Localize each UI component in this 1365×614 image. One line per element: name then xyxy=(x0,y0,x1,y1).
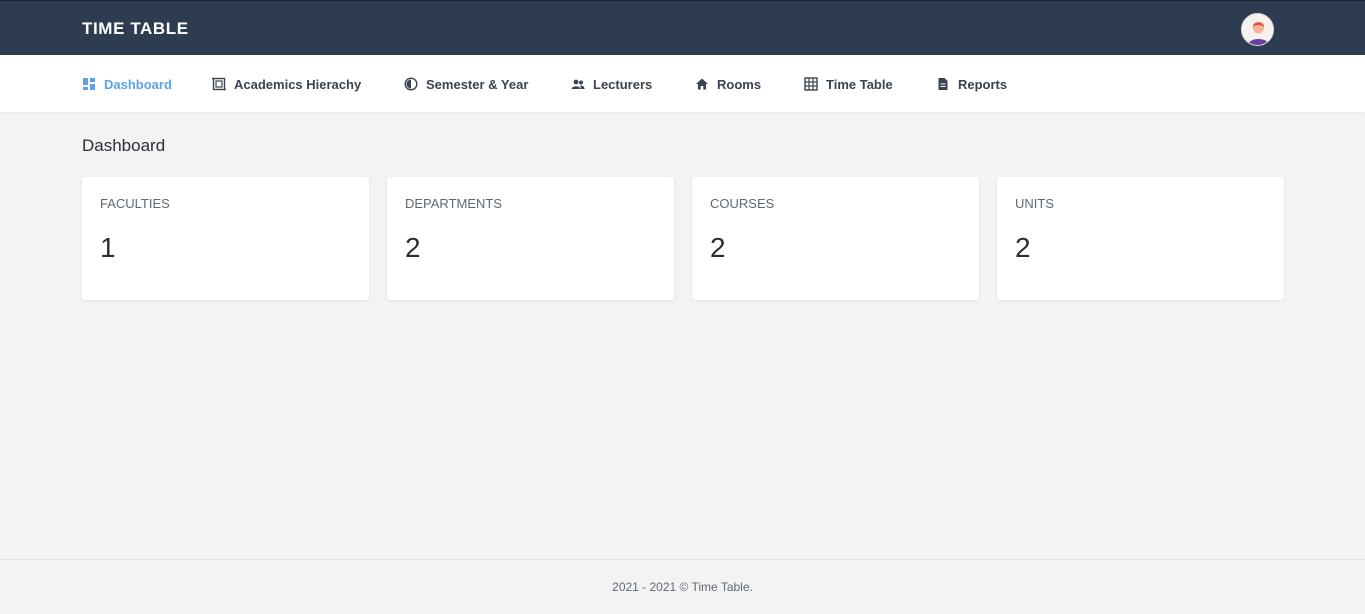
nav-item-semester-year[interactable]: Semester & Year xyxy=(404,75,528,93)
nav-item-label: Dashboard xyxy=(104,76,172,92)
half-circle-icon xyxy=(404,77,418,91)
stat-card-label: FACULTIES xyxy=(100,196,170,211)
hierarchy-icon xyxy=(212,77,226,91)
nav-item-label: Time Table xyxy=(826,76,893,92)
footer-text: 2021 - 2021 © Time Table. xyxy=(612,580,753,594)
stat-card-label: DEPARTMENTS xyxy=(405,196,503,211)
nav-item-label: Semester & Year xyxy=(426,76,529,92)
stat-card-departments[interactable]: DEPARTMENTS 2 xyxy=(387,177,674,300)
nav-item-rooms[interactable]: Rooms xyxy=(695,75,761,93)
main-nav: Dashboard Academics Hierachy Semester & … xyxy=(0,55,1365,112)
document-icon xyxy=(938,78,948,90)
stat-card-label: COURSES xyxy=(710,196,775,211)
nav-item-reports[interactable]: Reports xyxy=(936,75,1007,93)
nav-item-time-table[interactable]: Time Table xyxy=(804,75,893,93)
dashboard-icon xyxy=(83,78,95,90)
user-avatar-icon[interactable] xyxy=(1241,13,1274,46)
nav-item-lecturers[interactable]: Lecturers xyxy=(571,75,652,93)
stat-card-courses[interactable]: COURSES 2 xyxy=(692,177,979,300)
home-icon xyxy=(696,78,708,90)
nav-item-academics-hierachy[interactable]: Academics Hierachy xyxy=(212,75,361,93)
stat-card-units[interactable]: UNITS 2 xyxy=(997,177,1284,300)
app-brand[interactable]: TIME TABLE xyxy=(82,19,189,39)
nav-item-dashboard[interactable]: Dashboard xyxy=(82,75,172,93)
stat-card-value: 2 xyxy=(405,232,421,263)
nav-item-label: Lecturers xyxy=(593,76,653,92)
top-bar: TIME TABLE xyxy=(0,0,1365,55)
stat-card-value: 2 xyxy=(710,232,726,263)
footer: 2021 - 2021 © Time Table. xyxy=(0,559,1365,614)
nav-item-label: Rooms xyxy=(717,76,762,92)
stat-card-label: UNITS xyxy=(1015,196,1054,211)
stat-card-value: 1 xyxy=(100,232,116,263)
nav-item-label: Academics Hierachy xyxy=(234,76,362,92)
people-icon xyxy=(571,79,585,89)
page-title: Dashboard xyxy=(82,136,166,155)
stat-card-faculties[interactable]: FACULTIES 1 xyxy=(82,177,369,300)
nav-item-label: Reports xyxy=(958,76,1008,92)
grid-icon xyxy=(804,77,818,91)
stat-card-value: 2 xyxy=(1015,232,1031,263)
